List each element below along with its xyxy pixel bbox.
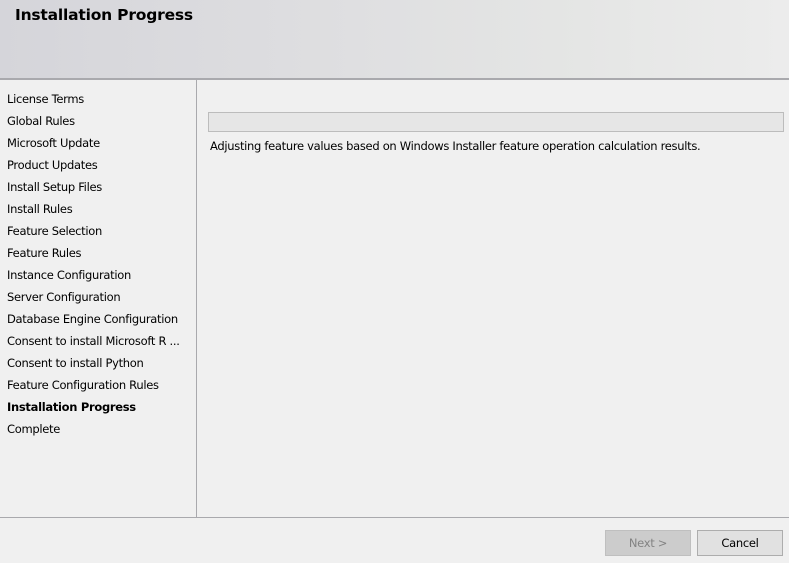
sidebar-item-complete[interactable]: Complete <box>7 420 180 442</box>
page-header: Installation Progress <box>0 0 789 80</box>
sidebar-item-license-terms[interactable]: License Terms <box>7 90 180 112</box>
next-button[interactable]: Next > <box>605 530 691 556</box>
footer-divider <box>0 517 789 518</box>
step-list: License Terms Global Rules Microsoft Upd… <box>7 90 180 442</box>
cancel-button[interactable]: Cancel <box>697 530 783 556</box>
sidebar-item-consent-microsoft-r[interactable]: Consent to install Microsoft R ... <box>7 332 180 354</box>
sidebar-item-global-rules[interactable]: Global Rules <box>7 112 180 134</box>
page-title: Installation Progress <box>15 6 193 24</box>
sidebar-item-installation-progress[interactable]: Installation Progress <box>7 398 180 420</box>
sidebar-item-product-updates[interactable]: Product Updates <box>7 156 180 178</box>
sidebar-item-instance-configuration[interactable]: Instance Configuration <box>7 266 180 288</box>
sidebar-item-feature-selection[interactable]: Feature Selection <box>7 222 180 244</box>
sidebar-item-consent-python[interactable]: Consent to install Python <box>7 354 180 376</box>
sidebar-item-server-configuration[interactable]: Server Configuration <box>7 288 180 310</box>
sidebar-item-database-engine-configuration[interactable]: Database Engine Configuration <box>7 310 180 332</box>
sidebar-item-install-setup-files[interactable]: Install Setup Files <box>7 178 180 200</box>
sidebar-nav: License Terms Global Rules Microsoft Upd… <box>0 80 197 517</box>
sidebar-item-feature-configuration-rules[interactable]: Feature Configuration Rules <box>7 376 180 398</box>
sidebar-item-microsoft-update[interactable]: Microsoft Update <box>7 134 180 156</box>
sidebar-item-feature-rules[interactable]: Feature Rules <box>7 244 180 266</box>
main-content: Adjusting feature values based on Window… <box>197 80 789 517</box>
installation-progress-bar <box>208 112 784 132</box>
status-text: Adjusting feature values based on Window… <box>210 139 701 153</box>
sidebar-item-install-rules[interactable]: Install Rules <box>7 200 180 222</box>
